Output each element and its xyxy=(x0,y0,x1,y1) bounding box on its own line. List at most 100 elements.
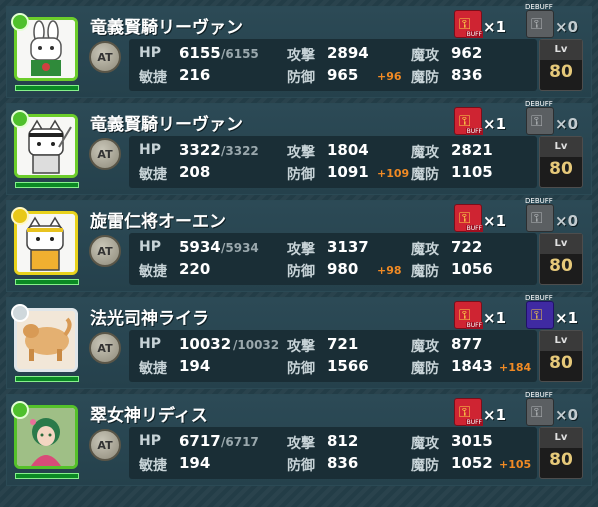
at-badge-icon: AT xyxy=(89,138,121,170)
cat-warrior-icon xyxy=(17,117,75,175)
debuff-icon[interactable]: DEBUFF ⚿ xyxy=(525,100,554,135)
debuff-label: DEBUFF xyxy=(525,294,553,302)
def-bonus: +109 xyxy=(377,167,410,180)
unit-card[interactable]: AT 旋雷仁将オーエン ⚿ BUFF ×1 DEBUFF ⚿ ×0 HP 593… xyxy=(6,197,592,292)
debuff-icon[interactable]: DEBUFF ⚿ xyxy=(525,3,554,38)
hp-value: 10032 xyxy=(179,335,232,353)
level-label: Lv xyxy=(540,428,582,448)
atk-value: 721 xyxy=(327,335,359,353)
debuff-count: ×0 xyxy=(555,406,579,424)
key-icon: ⚿ xyxy=(531,112,543,130)
agi-value: 220 xyxy=(179,260,211,278)
matk-label: 魔攻 xyxy=(411,339,439,355)
level-box: Lv 80 xyxy=(539,427,583,479)
def-value: 836 xyxy=(327,454,359,472)
hp-label: HP xyxy=(139,239,161,255)
hp-value: 5934 xyxy=(179,238,221,256)
buff-icon[interactable]: ⚿ BUFF xyxy=(454,398,483,426)
unit-name: 竜義賢騎リーヴァン xyxy=(90,115,243,135)
mdef-value: 1843 xyxy=(451,357,493,375)
rabbit-knight-icon xyxy=(17,20,75,78)
hp-max: /10032 xyxy=(233,338,280,352)
stats-panel: HP 3322 /3322 攻撃 1804 魔攻 2821 敏捷 208 防御 … xyxy=(129,136,537,188)
hp-value: 6155 xyxy=(179,44,221,62)
agi-label: 敏捷 xyxy=(139,361,167,377)
def-bonus: +98 xyxy=(377,264,402,277)
buff-count: ×1 xyxy=(483,18,507,36)
level-value: 80 xyxy=(549,256,573,276)
buff-label: BUFF xyxy=(465,322,483,329)
mdef-label: 魔防 xyxy=(411,458,439,474)
buff-count: ×1 xyxy=(483,212,507,230)
level-box: Lv 80 xyxy=(539,136,583,188)
buff-icon[interactable]: ⚿ BUFF xyxy=(454,301,483,329)
buff-count: ×1 xyxy=(483,115,507,133)
agi-label: 敏捷 xyxy=(139,70,167,86)
matk-label: 魔攻 xyxy=(411,436,439,452)
element-badge-icon xyxy=(11,207,29,225)
at-badge-icon: AT xyxy=(89,429,121,461)
atk-label: 攻撃 xyxy=(287,436,315,452)
hp-bar xyxy=(15,279,79,285)
hp-bar xyxy=(15,182,79,188)
buff-label: BUFF xyxy=(465,225,483,232)
buff-label: BUFF xyxy=(465,419,483,426)
unit-name: 旋雷仁将オーエン xyxy=(90,212,226,232)
golden-beast-icon xyxy=(17,311,75,369)
unit-card[interactable]: AT 竜義賢騎リーヴァン ⚿ BUFF ×1 DEBUFF ⚿ ×0 HP 61… xyxy=(6,3,592,98)
debuff-count: ×1 xyxy=(555,309,579,327)
level-value: 80 xyxy=(549,62,573,82)
mdef-value: 1052 xyxy=(451,454,493,472)
at-badge-icon: AT xyxy=(89,235,121,267)
unit-card[interactable]: AT 竜義賢騎リーヴァン ⚿ BUFF ×1 DEBUFF ⚿ ×0 HP 33… xyxy=(6,100,592,195)
debuff-icon[interactable]: DEBUFF ⚿ xyxy=(525,391,554,426)
debuff-icon[interactable]: DEBUFF ⚿ xyxy=(525,197,554,232)
key-icon: ⚿ xyxy=(531,306,543,324)
level-box: Lv 80 xyxy=(539,233,583,285)
buff-icon[interactable]: ⚿ BUFF xyxy=(454,204,483,232)
agi-value: 194 xyxy=(179,454,211,472)
buff-icon[interactable]: ⚿ BUFF xyxy=(454,10,483,38)
mdef-value: 1105 xyxy=(451,163,493,181)
matk-label: 魔攻 xyxy=(411,242,439,258)
hp-max: /6717 xyxy=(221,435,259,449)
buff-label: BUFF xyxy=(465,128,483,135)
matk-value: 877 xyxy=(451,335,483,353)
unit-card[interactable]: AT 法光司神ライラ ⚿ BUFF ×1 DEBUFF ⚿ ×1 HP 1003… xyxy=(6,294,592,389)
matk-value: 2821 xyxy=(451,141,493,159)
atk-label: 攻撃 xyxy=(287,48,315,64)
def-value: 980 xyxy=(327,260,359,278)
unit-name: 竜義賢騎リーヴァン xyxy=(90,18,243,38)
hp-bar xyxy=(15,376,79,382)
element-badge-icon xyxy=(11,304,29,322)
level-label: Lv xyxy=(540,234,582,254)
mdef-label: 魔防 xyxy=(411,361,439,377)
mdef-bonus: +184 xyxy=(499,361,532,374)
matk-value: 3015 xyxy=(451,432,493,450)
level-value: 80 xyxy=(549,450,573,470)
buff-label: BUFF xyxy=(465,31,483,38)
mdef-value: 836 xyxy=(451,66,483,84)
debuff-count: ×0 xyxy=(555,212,579,230)
debuff-label: DEBUFF xyxy=(525,391,553,399)
mdef-label: 魔防 xyxy=(411,264,439,280)
level-value: 80 xyxy=(549,159,573,179)
atk-value: 1804 xyxy=(327,141,369,159)
def-label: 防御 xyxy=(287,70,315,86)
hp-label: HP xyxy=(139,45,161,61)
unit-card[interactable]: AT 翠女神リディス ⚿ BUFF ×1 DEBUFF ⚿ ×0 HP 6717… xyxy=(6,391,592,486)
debuff-icon[interactable]: DEBUFF ⚿ xyxy=(525,294,554,329)
key-icon: ⚿ xyxy=(531,403,543,421)
cat-general-icon xyxy=(17,214,75,272)
level-label: Lv xyxy=(540,137,582,157)
debuff-count: ×0 xyxy=(555,115,579,133)
matk-label: 魔攻 xyxy=(411,145,439,161)
atk-label: 攻撃 xyxy=(287,339,315,355)
matk-value: 722 xyxy=(451,238,483,256)
hp-max: /6155 xyxy=(221,47,259,61)
matk-value: 962 xyxy=(451,44,483,62)
buff-icon[interactable]: ⚿ BUFF xyxy=(454,107,483,135)
agi-value: 194 xyxy=(179,357,211,375)
stats-panel: HP 5934 /5934 攻撃 3137 魔攻 722 敏捷 220 防御 9… xyxy=(129,233,537,285)
def-label: 防御 xyxy=(287,167,315,183)
